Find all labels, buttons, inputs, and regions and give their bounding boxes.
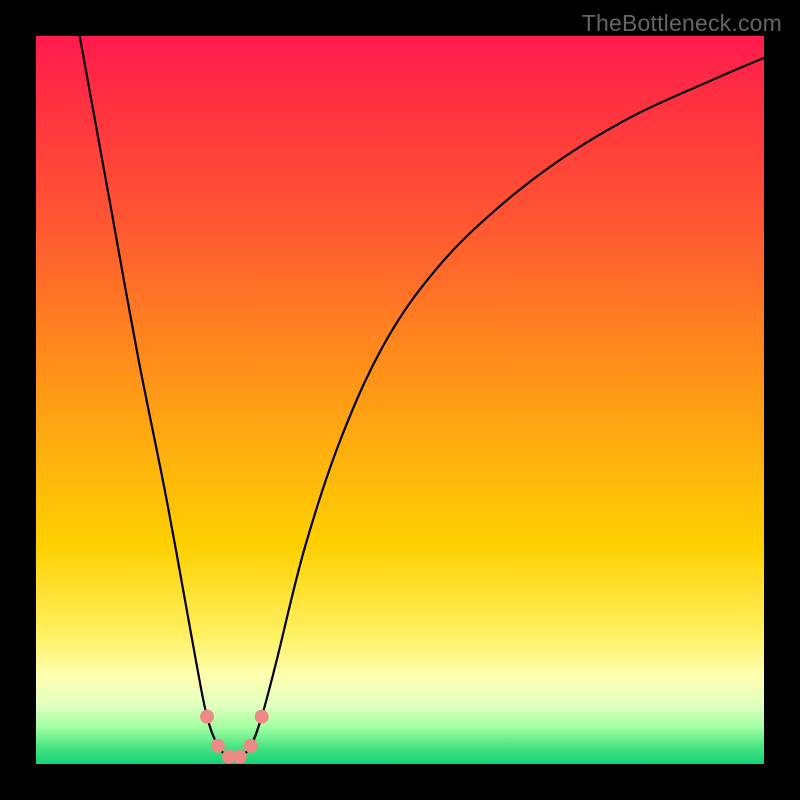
bottleneck-chart	[36, 36, 764, 764]
watermark-text: TheBottleneck.com	[582, 10, 782, 37]
bottom-dot	[255, 710, 269, 724]
bottom-dot	[211, 739, 225, 753]
bottom-dot	[244, 739, 258, 753]
bottom-dot	[200, 710, 214, 724]
bottom-dot	[233, 750, 247, 764]
bottom-dots-group	[200, 710, 269, 764]
bottleneck-curve	[80, 36, 764, 758]
